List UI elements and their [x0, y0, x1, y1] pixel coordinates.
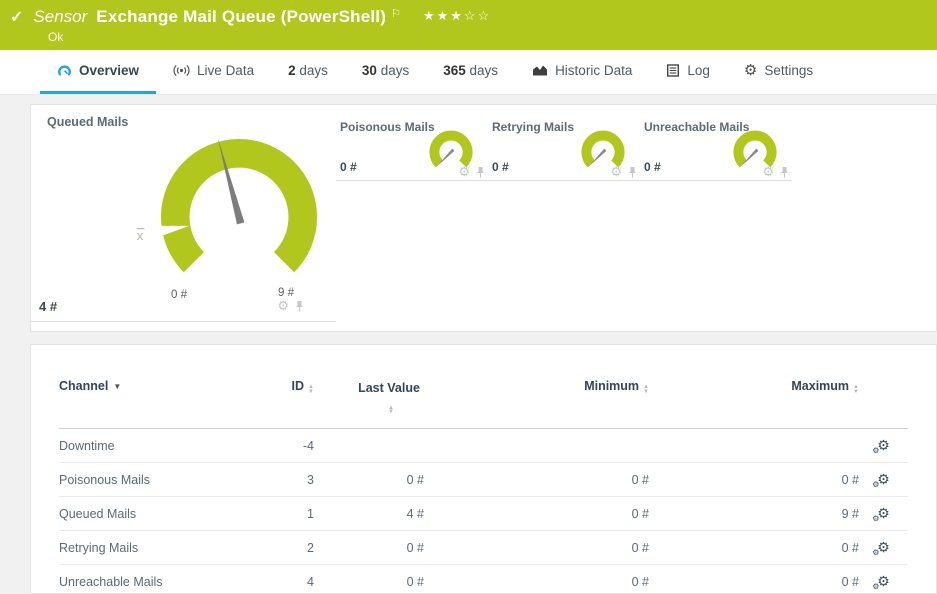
tab-label: days: [299, 63, 328, 78]
priority-stars[interactable]: ★★★☆☆: [423, 8, 491, 24]
channel-id: 3: [244, 473, 314, 487]
gauge-value: 0 #: [340, 160, 357, 174]
gauge-poisonous-mails: Poisonous Mails 0 # ⚙: [336, 114, 488, 181]
gauge-value: 4 #: [39, 299, 57, 314]
tab-live-data[interactable]: Live Data: [156, 50, 271, 94]
gauge-avg-marker: x: [137, 228, 144, 243]
channel-name[interactable]: Downtime: [59, 439, 244, 453]
channel-last-value: 4 #: [314, 507, 424, 521]
gauges-panel: Queued Mails x 0 # 9 # 4 # ⚙ Poisonous M…: [30, 104, 937, 332]
table-row: Poisonous Mails 3 0 # 0 # 0 # ⚙⚙: [59, 463, 908, 497]
channel-settings-icon[interactable]: ⚙⚙: [877, 506, 890, 520]
sort-desc-icon: ▼: [113, 382, 121, 391]
column-header-channel[interactable]: Channel▼: [59, 379, 244, 401]
channel-maximum: 0 #: [649, 541, 859, 555]
column-header-id[interactable]: ID▲▼: [244, 379, 314, 402]
tab-label: Settings: [764, 63, 813, 78]
channel-id: 1: [244, 507, 314, 521]
sort-icon: ▲▼: [388, 406, 394, 415]
area-chart-icon: [532, 64, 548, 77]
gauge-icon: [57, 63, 72, 78]
tab-label: Live Data: [197, 63, 254, 78]
tab-365-days[interactable]: 365 days: [426, 50, 515, 94]
channel-settings-icon[interactable]: ⚙⚙: [877, 472, 890, 486]
channel-last-value: 0 #: [314, 575, 424, 589]
pin-icon[interactable]: [780, 166, 789, 178]
gear-icon[interactable]: ⚙: [762, 165, 774, 178]
tab-label: Log: [687, 63, 710, 78]
channel-settings-icon[interactable]: ⚙⚙: [877, 540, 890, 554]
table-header: Channel▼ ID▲▼ Last Value▲▼ Minimum▲▼ Max…: [59, 345, 908, 429]
gauge-value: 0 #: [492, 160, 509, 174]
panel-divider: [31, 321, 336, 322]
gear-icon: ⚙: [744, 63, 757, 78]
channel-name[interactable]: Poisonous Mails: [59, 473, 244, 487]
channel-name[interactable]: Unreachable Mails: [59, 575, 244, 589]
table-row: Downtime -4 ⚙⚙: [59, 429, 908, 463]
channel-name[interactable]: Queued Mails: [59, 507, 244, 521]
tab-log[interactable]: Log: [649, 50, 727, 94]
pin-icon[interactable]: [628, 166, 637, 178]
pin-icon[interactable]: [476, 166, 485, 178]
flag-icon[interactable]: ⚐: [391, 7, 401, 20]
gauge-title: Retrying Mails: [492, 120, 574, 134]
channel-minimum: 0 #: [424, 575, 649, 589]
status-badge: Ok: [48, 30, 937, 44]
broadcast-icon: [173, 64, 190, 77]
gauge-dial: x: [129, 131, 349, 280]
tab-label: Historic Data: [555, 63, 632, 78]
channel-table: Channel▼ ID▲▼ Last Value▲▼ Minimum▲▼ Max…: [30, 344, 937, 594]
tab-historic-data[interactable]: Historic Data: [515, 50, 649, 94]
table-row: Unreachable Mails 4 0 # 0 # 0 # ⚙⚙: [59, 565, 908, 594]
gauge-queued-mails: Queued Mails x 0 # 9 # 4 # ⚙: [31, 105, 336, 331]
gauge-retrying-mails: Retrying Mails 0 # ⚙: [488, 114, 640, 181]
channel-minimum: 0 #: [424, 507, 649, 521]
tab-label: days: [470, 63, 499, 78]
column-header-minimum[interactable]: Minimum▲▼: [424, 379, 649, 402]
tab-label: days: [381, 63, 410, 78]
sort-icon: ▲▼: [308, 385, 314, 394]
sensor-kind-label: Sensor: [33, 7, 87, 27]
gauge-min-label: 0 #: [171, 289, 187, 301]
channel-minimum: 0 #: [424, 541, 649, 555]
tab-2-days[interactable]: 2 days: [271, 50, 345, 94]
channel-settings-icon[interactable]: ⚙⚙: [877, 574, 890, 588]
gear-icon[interactable]: ⚙: [277, 299, 289, 312]
table-body: Downtime -4 ⚙⚙ Poisonous Mails 3 0 # 0 #…: [59, 429, 908, 594]
tab-settings[interactable]: ⚙ Settings: [727, 50, 830, 94]
channel-last-value: 0 #: [314, 473, 424, 487]
gear-icon[interactable]: ⚙: [610, 165, 622, 178]
column-header-maximum[interactable]: Maximum▲▼: [649, 379, 859, 402]
log-icon: [666, 64, 680, 77]
tab-label: Overview: [79, 63, 139, 78]
tab-bar: Overview Live Data 2 days 30 days 365 da…: [0, 50, 937, 95]
channel-id: 4: [244, 575, 314, 589]
check-icon: ✓: [10, 7, 23, 27]
gauge-title: Queued Mails: [47, 115, 128, 129]
page-title: Exchange Mail Queue (PowerShell): [96, 7, 386, 27]
gear-icon[interactable]: ⚙: [458, 165, 470, 178]
table-row: Queued Mails 1 4 # 0 # 9 # ⚙⚙: [59, 497, 908, 531]
channel-settings-icon[interactable]: ⚙⚙: [877, 438, 890, 452]
gauge-value: 0 #: [644, 160, 661, 174]
channel-last-value: 0 #: [314, 541, 424, 555]
channel-maximum: 0 #: [649, 575, 859, 589]
table-row: Retrying Mails 2 0 # 0 # 0 # ⚙⚙: [59, 531, 908, 565]
column-header-last-value[interactable]: Last Value▲▼: [354, 379, 424, 425]
channel-id: -4: [244, 439, 314, 453]
tab-30-days[interactable]: 30 days: [345, 50, 426, 94]
channel-minimum: 0 #: [424, 473, 649, 487]
channel-maximum: 0 #: [649, 473, 859, 487]
channel-maximum: 9 #: [649, 507, 859, 521]
channel-id: 2: [244, 541, 314, 555]
channel-name[interactable]: Retrying Mails: [59, 541, 244, 555]
gauge-unreachable-mails: Unreachable Mails 0 # ⚙: [640, 114, 792, 181]
tab-overview[interactable]: Overview: [40, 50, 156, 94]
pin-icon[interactable]: [295, 300, 304, 312]
sensor-status-bar: ✓ Sensor Exchange Mail Queue (PowerShell…: [0, 0, 937, 50]
